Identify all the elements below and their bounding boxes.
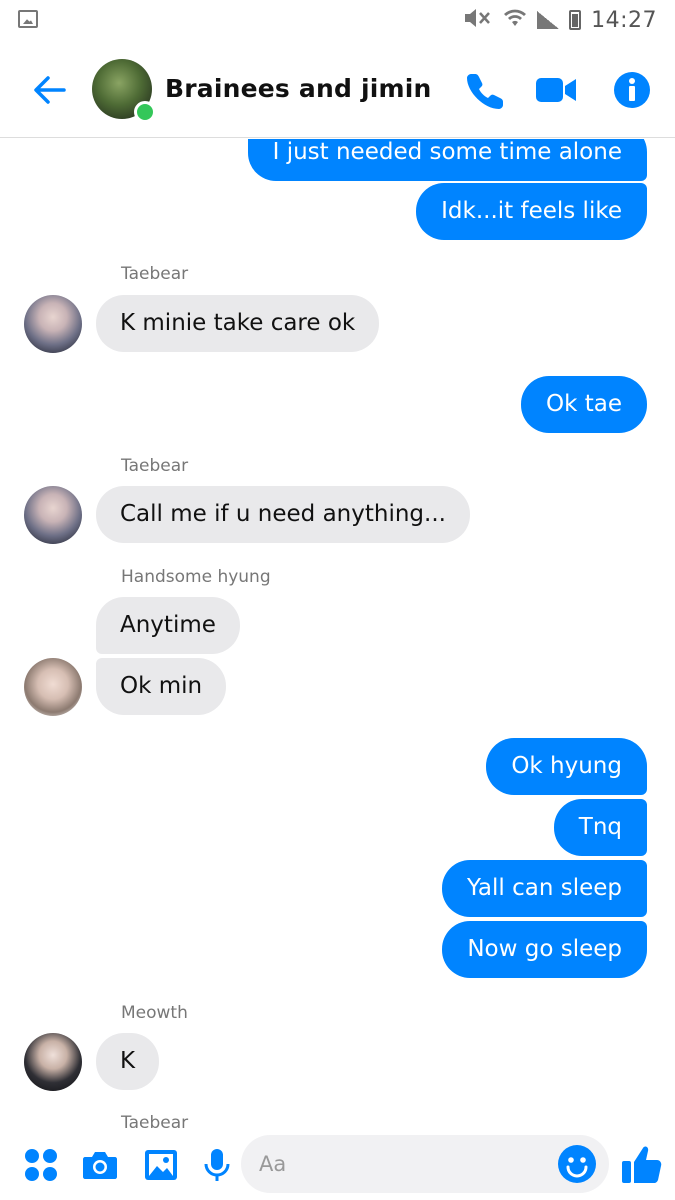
status-bar: 14:27 <box>0 0 675 40</box>
message-bubble[interactable]: Ok tae <box>521 376 647 433</box>
microphone-icon[interactable] <box>198 1146 236 1184</box>
message-bubble[interactable]: K minie take care ok <box>96 295 380 352</box>
message-bubble[interactable]: Ok hyung <box>486 738 647 795</box>
message-input[interactable] <box>259 1135 549 1193</box>
avatar[interactable] <box>24 295 82 353</box>
sender-name: Meowth <box>121 1003 188 1023</box>
message-bubble[interactable]: Anytime <box>96 597 240 654</box>
avatar[interactable] <box>24 1033 82 1091</box>
sender-name: Taebear <box>121 264 189 284</box>
message-bubble[interactable]: Yall can sleep <box>442 860 647 917</box>
info-icon[interactable] <box>612 70 652 110</box>
message-bubble[interactable]: Now go sleep <box>442 921 647 978</box>
composer-bar <box>0 1130 675 1200</box>
message-bubble[interactable]: Idk...it feels like <box>416 183 647 240</box>
sender-name: Handsome hyung <box>121 567 271 587</box>
message-bubble[interactable]: K <box>96 1033 160 1090</box>
online-indicator <box>134 101 156 123</box>
phone-icon[interactable] <box>466 70 506 110</box>
wifi-icon <box>503 8 527 33</box>
message-bubble[interactable]: Tnq <box>553 799 647 856</box>
avatar[interactable] <box>24 486 82 544</box>
message-list[interactable]: I just needed some time alone Idk...it f… <box>0 139 675 1130</box>
gallery-icon <box>18 10 38 28</box>
message-bubble[interactable]: Ok min <box>96 658 227 715</box>
mute-icon <box>463 8 493 33</box>
message-bubble[interactable]: Call me if u need anything... <box>96 486 470 543</box>
emoji-icon[interactable] <box>557 1144 597 1184</box>
signal-icon <box>537 11 560 29</box>
thumbs-up-icon[interactable] <box>620 1142 664 1186</box>
status-icons: 14:27 <box>463 6 657 34</box>
group-avatar[interactable] <box>92 59 156 123</box>
conversation-title[interactable]: Brainees and jimin <box>165 74 432 103</box>
avatar[interactable] <box>24 658 82 716</box>
message-bubble[interactable]: I just needed some time alone <box>247 139 647 181</box>
battery-icon <box>569 10 582 30</box>
clock: 14:27 <box>591 7 657 33</box>
video-icon[interactable] <box>534 70 576 110</box>
apps-icon[interactable] <box>22 1146 60 1184</box>
sender-name: Taebear <box>121 1113 189 1130</box>
message-input-box[interactable] <box>241 1135 609 1193</box>
camera-icon[interactable] <box>81 1146 119 1184</box>
back-arrow-icon[interactable] <box>30 70 70 110</box>
gallery-icon[interactable] <box>142 1146 180 1184</box>
conversation-header: Brainees and jimin <box>0 40 675 138</box>
sender-name: Taebear <box>121 456 189 476</box>
